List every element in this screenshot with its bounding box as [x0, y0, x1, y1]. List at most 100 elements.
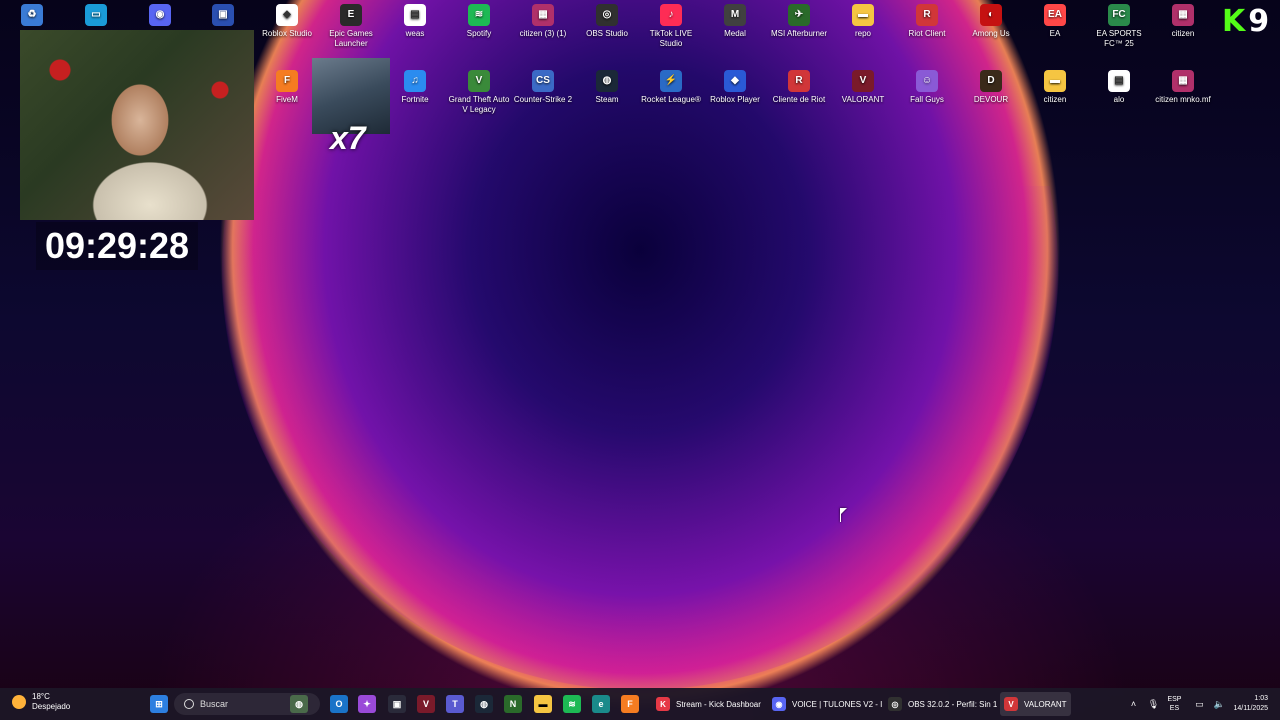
desktop-icon-repo[interactable]: ▬ repo [831, 4, 895, 39]
teams-icon[interactable]: T [446, 695, 464, 713]
kick-logo: K9 [1222, 4, 1269, 39]
blank-icon: ▭ [85, 4, 107, 26]
mouse-cursor-icon [840, 508, 847, 522]
edge-icon[interactable]: e [592, 695, 610, 713]
blank-icon: ▣ [212, 4, 234, 26]
desktop-icon-grand-theft-auto-v-legacy[interactable]: V Grand Theft Auto V Legacy [447, 70, 511, 115]
start-button-icon[interactable]: ⊞ [150, 695, 168, 713]
desktop-icon-medal[interactable]: M Medal [703, 4, 767, 39]
desktop-icon-label: repo [854, 29, 871, 38]
alo-icon: ▤ [1108, 70, 1130, 92]
desktop-icon-label: Fall Guys [910, 95, 944, 104]
weather-temp: 18°C [32, 692, 50, 701]
taskbar-app-voice-tulones-v2-i[interactable]: ◉ VOICE | TULONES V2 - I [768, 692, 886, 716]
volume-icon[interactable]: 🔈 [1213, 698, 1225, 710]
weather-desc: Despejado [32, 702, 71, 711]
tiktok-live-studio-icon: ♪ [660, 4, 682, 26]
lang-bottom: ES [1169, 705, 1180, 712]
outlook-icon[interactable]: O [330, 695, 348, 713]
desktop-icon-blank[interactable]: ◉ [128, 4, 192, 29]
desktop-icon-epic-games-launcher[interactable]: E Epic Games Launcher [319, 4, 383, 49]
copilot-icon[interactable]: ✦ [358, 695, 376, 713]
desktop-icon-label: Steam [595, 95, 619, 104]
blank-icon: ◉ [149, 4, 171, 26]
valorant-icon: V [852, 70, 874, 92]
desktop-icon-citizen-mnko-mf[interactable]: ▦ citizen mnko.mf [1151, 70, 1215, 105]
desktop-icon-cliente-de-riot[interactable]: R Cliente de Riot [767, 70, 831, 105]
obs-32-0-2-perfil-sin-1-icon: ◎ [888, 697, 902, 711]
kick-number: 9 [1248, 4, 1269, 39]
ea-icon: EA [1044, 4, 1066, 26]
desktop-icon-citizen-3-1[interactable]: ▦ citizen (3) (1) [511, 4, 575, 39]
citizen-3-1-icon: ▦ [532, 4, 554, 26]
desktop-icon-steam[interactable]: ◍ Steam [575, 70, 639, 105]
grand-theft-auto-v-legacy-icon: V [468, 70, 490, 92]
desktop-icon-label: TikTok LIVE Studio [649, 29, 693, 48]
ea-sports-fc-25-icon: FC [1108, 4, 1130, 26]
desktop-icon-spotify[interactable]: ≋ Spotify [447, 4, 511, 39]
desktop-icon-fivem[interactable]: F FiveM [255, 70, 319, 105]
desktop-icon-label: Roblox Studio [262, 29, 312, 38]
desktop-icon-blank[interactable]: ▭ [64, 4, 128, 29]
steam-icon[interactable]: ◍ [475, 695, 493, 713]
desktop-icon-label: VALORANT [841, 95, 885, 104]
desktop-icon-tiktok-live-studio[interactable]: ♪ TikTok LIVE Studio [639, 4, 703, 49]
roblox-player-icon: ◆ [724, 70, 746, 92]
system-tray: ˄ 🎙 ESP ES ▭ 🔈 1:03 14/11/2025 [1127, 688, 1280, 720]
taskbar-app-obs-32-0-2-perfil-sin-1[interactable]: ◎ OBS 32.0.2 - Perfil: Sin 1 [884, 692, 1001, 716]
desktop-icon-label: EA SPORTS FC™ 25 [1096, 29, 1142, 48]
riot-client-icon: R [916, 4, 938, 26]
kick-letter: K [1222, 4, 1245, 39]
taskbar-app-stream-kick-dashboar[interactable]: K Stream - Kick Dashboar [652, 692, 765, 716]
desktop-icon-devour[interactable]: D DEVOUR [959, 70, 1023, 105]
citizen-icon: ▦ [1172, 4, 1194, 26]
desktop-icon-fall-guys[interactable]: ☺ Fall Guys [895, 70, 959, 105]
desktop-icon-msi-afterburner[interactable]: ✈ MSI Afterburner [767, 4, 831, 39]
taskbar-app-label: VOICE | TULONES V2 - I [792, 699, 883, 709]
desktop-icon-ea[interactable]: EA EA [1023, 4, 1087, 39]
desktop-icon-roblox-player[interactable]: ◆ Roblox Player [703, 70, 767, 105]
desktop-icon-obs-studio[interactable]: ◎ OBS Studio [575, 4, 639, 39]
desktop-icon-valorant[interactable]: V VALORANT [831, 70, 895, 105]
desktop-icon-label: alo [1113, 95, 1125, 104]
fivem-icon[interactable]: F [621, 695, 639, 713]
file-explorer-icon[interactable]: ▬ [534, 695, 552, 713]
desktop-icon-among-us[interactable]: ◐ Among Us [959, 4, 1023, 39]
desktop-icon-blank[interactable]: ▣ [191, 4, 255, 29]
valorant-pinned-icon[interactable]: V [417, 695, 435, 713]
desktop-icon-fortnite[interactable]: ♫ Fortnite [383, 70, 447, 105]
language-indicator[interactable]: ESP ES [1167, 695, 1181, 713]
desktop-icon-ea-sports-fc-25[interactable]: FC EA SPORTS FC™ 25 [1087, 4, 1151, 49]
microphone-icon[interactable]: 🎙 [1147, 698, 1159, 710]
weather-widget[interactable]: 18°C Despejado [12, 692, 70, 712]
desktop-icon-label: citizen [1043, 95, 1067, 104]
repo-icon: ▬ [852, 4, 874, 26]
desktop-icon-riot-client[interactable]: R Riot Client [895, 4, 959, 39]
chevron-up-icon[interactable]: ˄ [1127, 698, 1139, 710]
taskbar-app-label: VALORANT [1024, 699, 1067, 709]
clock-date[interactable]: 1:03 14/11/2025 [1233, 694, 1268, 714]
spotify-icon[interactable]: ≋ [563, 695, 581, 713]
desktop-icon-label: OBS Studio [586, 29, 628, 38]
search-placeholder: Buscar [200, 699, 229, 709]
fivem-icon: F [276, 70, 298, 92]
widgets-icon[interactable]: ◍ [290, 695, 308, 713]
desktop-icon-citizen[interactable]: ▦ citizen [1151, 4, 1215, 39]
desktop-icon-label: Spotify [466, 29, 492, 38]
citizen-mnko-mf-icon: ▦ [1172, 70, 1194, 92]
desktop-icon-counter-strike-2[interactable]: CS Counter-Strike 2 [511, 70, 575, 105]
desktop-icon-roblox-studio[interactable]: ◆ Roblox Studio [255, 4, 319, 39]
nvidia-icon[interactable]: N [504, 695, 522, 713]
desktop-icon-label: Counter-Strike 2 [513, 95, 573, 104]
desktop-icon-alo[interactable]: ▤ alo [1087, 70, 1151, 105]
pa-icon: ♻ [21, 4, 43, 26]
fall-guys-icon: ☺ [916, 70, 938, 92]
store-icon[interactable]: ▣ [388, 695, 406, 713]
desktop-icon-citizen[interactable]: ▬ citizen [1023, 70, 1087, 105]
taskbar-app-valorant[interactable]: V VALORANT [1000, 692, 1071, 716]
desktop-icon-weas[interactable]: ▤ weas [383, 4, 447, 39]
desktop-icon-label: Roblox Player [710, 95, 760, 104]
network-icon[interactable]: ▭ [1193, 698, 1205, 710]
desktop-icon-rocket-league[interactable]: ⚡ Rocket League® [639, 70, 703, 105]
medal-icon: M [724, 4, 746, 26]
